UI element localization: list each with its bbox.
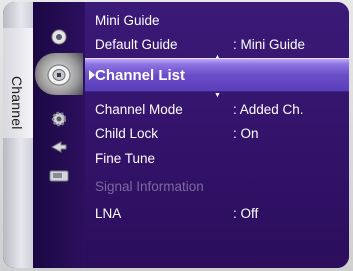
menu-item-fine-tune[interactable]: Fine Tune — [85, 146, 349, 170]
menu-item-label: Default Guide — [95, 36, 178, 52]
menu-item-signal-information: Signal Information — [85, 174, 349, 198]
channel-menu-list: Mini Guide Default Guide : Mini Guide ▲ … — [85, 2, 349, 268]
osd-menu: Channel Mini Guide Default Guide: Mini … — [3, 2, 349, 268]
menu-item-default-guide[interactable]: Default Guide : Mini Guide — [85, 32, 349, 56]
picture-icon[interactable] — [33, 22, 85, 52]
menu-item-label: Signal Information — [95, 178, 204, 194]
channel-tab-label: Channel — [9, 76, 25, 130]
menu-item-label: Fine Tune — [95, 150, 156, 166]
input-icon[interactable] — [33, 132, 85, 162]
menu-item-value: : Mini Guide — [233, 36, 306, 52]
menu-item-label: Child Lock — [95, 125, 159, 141]
menu-item-mini-guide[interactable]: Mini Guide — [85, 8, 349, 32]
menu-item-label: Channel List — [95, 66, 186, 84]
menu-item-channel-list[interactable]: Channel List — [85, 58, 349, 92]
category-icons — [33, 2, 85, 268]
menu-tab-strip: Channel — [3, 2, 33, 268]
menu-item-lna[interactable]: LNA : Off — [85, 201, 349, 225]
menu-item-child-lock[interactable]: Child Lock : On — [85, 121, 349, 145]
channel-dish-icon[interactable] — [33, 60, 85, 90]
menu-item-channel-mode[interactable]: Channel Mode : Added Ch. — [85, 97, 349, 121]
menu-item-value: : On — [233, 125, 259, 141]
menu-item-label: Channel Mode — [95, 101, 183, 117]
tv-screen: Channel Mini Guide Default Guide: Mini … — [0, 0, 353, 271]
channel-tab[interactable]: Channel — [3, 28, 33, 138]
menu-item-value: : Added Ch. — [233, 101, 304, 117]
menu-item-label: Mini Guide — [95, 12, 160, 28]
setup-gear-icon[interactable] — [33, 104, 85, 134]
application-icon[interactable] — [33, 161, 85, 191]
menu-item-value: : Off — [233, 205, 259, 221]
menu-item-label: LNA — [95, 205, 122, 221]
